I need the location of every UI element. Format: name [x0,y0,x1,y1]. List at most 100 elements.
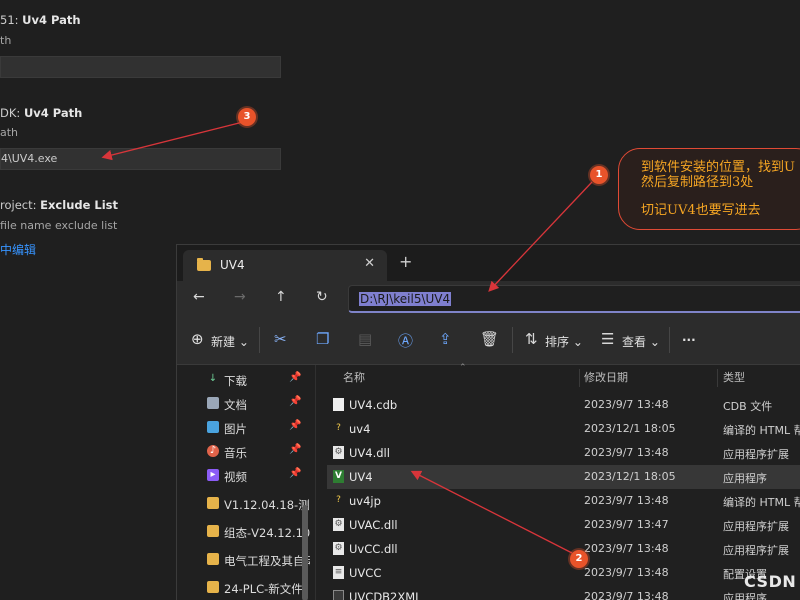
column-header-type[interactable]: 类型 [723,365,745,391]
view-icon[interactable]: ☰ [601,330,614,348]
setting-title-mdk-uv4-path: DK: Uv4 Path [0,106,83,120]
command-bar: ⊕ 新建 ⌄ ✂ ❐ ▤ Ⓐ ⇪ 🗑 ⇅ 排序 ⌄ ☰ 查看 ⌄ ··· [177,317,800,365]
sidebar-item-downloads[interactable]: ↓ 下载 📌 [207,369,315,393]
dll-icon: ⚙ [333,518,344,531]
new-tab-button[interactable]: + [399,252,412,271]
file-date: 2023/9/7 13:47 [584,518,669,531]
divider [669,327,670,353]
file-row[interactable]: ⚙ UvCC.dll 2023/9/7 13:48 应用程序扩展 [327,537,800,561]
forward-arrow-icon[interactable]: → [234,289,246,305]
file-date: 2023/9/7 13:48 [584,446,669,459]
setting-title-exclude-list: roject: Exclude List [0,198,119,212]
close-tab-icon[interactable]: ✕ [364,256,375,271]
navigation-pane: ↓ 下载 📌 文档 📌 图片 📌 ♪ 音乐 📌 ▸ 视频 📌 V1.12.04.… [177,365,316,600]
pin-icon[interactable]: 📌 [289,444,301,455]
sort-icon[interactable]: ⇅ [525,330,538,348]
sidebar-item-folder-4[interactable]: 24-PLC-新文件- [207,577,315,600]
file-name: UVCC [349,566,382,580]
file-row[interactable]: ≡ UVCC 2023/9/7 13:48 配置设置 [327,561,800,585]
file-row[interactable]: ? uv4jp 2023/9/7 13:48 编译的 HTML 帮 [327,489,800,513]
file-row[interactable]: ⚙ UVAC.dll 2023/9/7 13:47 应用程序扩展 [327,513,800,537]
help-file-icon: ? [336,495,341,505]
file-date: 2023/9/7 13:48 [584,566,669,579]
sidebar-item-documents[interactable]: 文档 📌 [207,393,315,417]
video-icon: ▸ [207,469,219,481]
file-type: 应用程序扩展 [723,544,789,557]
help-file-icon: ? [336,423,341,433]
folder-icon [207,525,219,537]
file-type: 应用程序扩展 [723,448,789,461]
column-divider[interactable] [717,369,718,387]
csdn-watermark: CSDN [744,572,797,591]
callout-line-1: 到软件安装的位置，找到U [641,160,795,175]
file-name: UvCC.dll [349,542,398,556]
pin-icon[interactable]: 📌 [289,420,301,431]
pin-icon[interactable]: 📌 [289,372,301,383]
up-arrow-icon[interactable]: ↑ [275,289,287,305]
file-row-selected[interactable]: V UV4 2023/12/1 18:05 应用程序 [327,465,800,489]
annotation-callout: 到软件安装的位置，找到U 然后复制路径到3处 切记UV4也要写进去 [618,148,800,230]
sidebar-item-folder-1[interactable]: V1.12.04.18-测试 [207,493,315,517]
sidebar-scrollbar[interactable] [302,505,308,600]
c51-uv4-path-input[interactable] [0,56,281,78]
dll-icon: ⚙ [333,446,344,459]
back-arrow-icon[interactable]: ← [193,289,205,305]
mdk-uv4-path-input[interactable]: 4\UV4.exe [0,148,281,170]
file-date: 2023/9/7 13:48 [584,494,669,507]
setting-desc-c51: th [0,34,12,47]
share-icon[interactable]: ⇪ [439,330,452,348]
file-name: uv4jp [349,494,381,508]
rename-icon[interactable]: Ⓐ [398,330,413,351]
new-icon[interactable]: ⊕ [191,330,204,348]
view-button[interactable]: 查看 ⌄ [622,333,660,350]
sidebar-item-music[interactable]: ♪ 音乐 📌 [207,441,315,465]
tab-label: UV4 [220,258,245,272]
file-row[interactable]: UV4.cdb 2023/9/7 13:48 CDB 文件 [327,393,800,417]
file-type: 编译的 HTML 帮 [723,424,800,437]
new-button[interactable]: 新建 ⌄ [211,333,249,350]
file-name: UVCDB2XML [349,590,422,600]
callout-line-2: 然后复制路径到3处 [641,175,754,190]
chevron-up-icon: ⌃ [459,363,467,373]
folder-icon [207,553,219,565]
pin-icon[interactable]: 📌 [289,396,301,407]
file-row[interactable]: UVCDB2XML 2023/9/7 13:48 应用程序 [327,585,800,600]
delete-icon[interactable]: 🗑 [480,330,499,348]
address-text[interactable]: D:\RJ\keil5\UV4 [359,292,452,306]
refresh-icon[interactable]: ↻ [316,289,328,305]
music-icon: ♪ [207,445,219,457]
sidebar-item-folder-3[interactable]: 电气工程及其自动 [207,549,315,573]
sidebar-item-label: 组态-V24.12.10. [224,526,310,540]
file-date: 2023/12/1 18:05 [584,470,676,483]
divider [512,327,513,353]
file-date: 2023/9/7 13:48 [584,398,669,411]
dll-icon: ⚙ [333,542,344,555]
navigation-bar: ← → ↑ ↻ D:\RJ\keil5\UV4 [177,281,800,317]
column-header-date[interactable]: 修改日期 [584,365,628,391]
file-type: 编译的 HTML 帮 [723,496,800,509]
tab-bar: UV4 ✕ + [177,245,800,281]
pin-icon[interactable]: 📌 [289,468,301,479]
cut-icon[interactable]: ✂ [274,330,287,348]
file-name: UV4 [349,470,373,484]
file-row[interactable]: ⚙ UV4.dll 2023/9/7 13:48 应用程序扩展 [327,441,800,465]
column-divider[interactable] [579,369,580,387]
folder-icon [207,497,219,509]
download-icon: ↓ [208,373,218,384]
file-row[interactable]: ? uv4 2023/12/1 18:05 编译的 HTML 帮 [327,417,800,441]
file-date: 2023/12/1 18:05 [584,422,676,435]
copy-icon[interactable]: ❐ [316,330,329,348]
more-options-button[interactable]: ··· [682,333,696,347]
callout-line-3: 切记UV4也要写进去 [641,203,761,218]
sidebar-item-pictures[interactable]: 图片 📌 [207,417,315,441]
paste-icon[interactable]: ▤ [358,330,372,348]
tab-uv4[interactable]: UV4 ✕ [183,250,387,281]
sidebar-item-folder-2[interactable]: 组态-V24.12.10. [207,521,315,545]
file-name: UV4.cdb [349,398,398,412]
uv4-app-icon: V [333,470,344,483]
address-bar[interactable]: D:\RJ\keil5\UV4 [348,285,800,313]
edit-in-settings-json-link[interactable]: 中编辑 [0,241,36,258]
sort-button[interactable]: 排序 ⌄ [545,333,583,350]
sidebar-item-videos[interactable]: ▸ 视频 📌 [207,465,315,489]
column-header-name[interactable]: 名称 [343,365,365,391]
